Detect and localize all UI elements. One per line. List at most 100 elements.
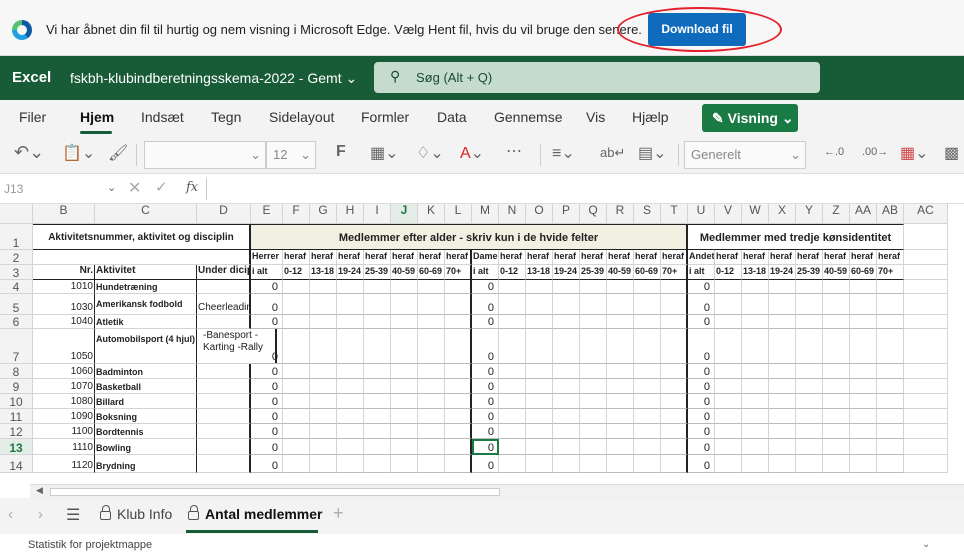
data-cell[interactable] [391, 455, 418, 473]
activity-number[interactable]: 1010 [33, 280, 95, 294]
data-cell[interactable] [310, 315, 337, 329]
data-cell[interactable] [823, 439, 850, 455]
data-cell[interactable] [310, 280, 337, 294]
data-cell[interactable] [850, 294, 877, 315]
data-cell[interactable] [850, 424, 877, 439]
data-cell[interactable] [607, 424, 634, 439]
file-title[interactable]: fskbh-klubindberetningsskema-2022 - Gemt… [70, 70, 357, 87]
tab-tegn[interactable]: Tegn [211, 109, 241, 125]
data-cell[interactable] [418, 329, 445, 364]
data-cell[interactable] [769, 455, 796, 473]
data-cell[interactable] [850, 379, 877, 394]
row-header-6[interactable]: 6 [0, 315, 33, 329]
row-header-3[interactable]: 3 [0, 265, 33, 280]
data-cell[interactable] [580, 364, 607, 379]
sub-discipline[interactable] [197, 364, 251, 379]
data-cell[interactable] [310, 439, 337, 455]
data-cell[interactable] [364, 439, 391, 455]
sub-discipline[interactable] [197, 424, 251, 439]
data-cell[interactable] [742, 315, 769, 329]
data-cell[interactable] [553, 364, 580, 379]
column-header-G[interactable]: G [310, 204, 337, 224]
data-cell[interactable] [364, 455, 391, 473]
more-options-icon[interactable]: ⋯ [506, 141, 522, 161]
data-cell[interactable] [499, 409, 526, 424]
data-cell[interactable] [580, 455, 607, 473]
data-cell[interactable] [499, 379, 526, 394]
sub-discipline[interactable] [197, 394, 251, 409]
data-cell[interactable] [418, 315, 445, 329]
view-mode-button[interactable]: ✎ Visning ⌄ [702, 104, 798, 132]
data-cell[interactable] [877, 315, 904, 329]
data-cell[interactable] [877, 364, 904, 379]
data-cell[interactable] [877, 439, 904, 455]
sheet-menu-icon[interactable]: ☰ [66, 505, 80, 525]
column-header-Y[interactable]: Y [796, 204, 823, 224]
data-cell[interactable] [634, 280, 661, 294]
merge-icon[interactable]: ▤⌄ [638, 143, 667, 163]
data-cell[interactable] [823, 424, 850, 439]
total-cell[interactable]: 0 [251, 315, 283, 329]
data-cell[interactable] [796, 280, 823, 294]
total-cell[interactable]: 0 [251, 439, 283, 455]
data-cell[interactable] [877, 294, 904, 315]
data-cell[interactable] [553, 439, 580, 455]
data-cell[interactable] [661, 455, 688, 473]
cancel-icon[interactable]: ✕ [128, 178, 141, 198]
data-cell[interactable] [769, 424, 796, 439]
data-cell[interactable] [283, 394, 310, 409]
data-cell[interactable] [553, 455, 580, 473]
data-cell[interactable] [796, 394, 823, 409]
row-header-7[interactable]: 7 [0, 329, 33, 364]
data-cell[interactable] [310, 379, 337, 394]
total-cell[interactable]: 0 [472, 329, 499, 364]
data-cell[interactable] [445, 364, 472, 379]
data-cell[interactable] [715, 379, 742, 394]
data-cell[interactable] [445, 294, 472, 315]
data-cell[interactable] [634, 329, 661, 364]
data-cell[interactable] [337, 379, 364, 394]
data-cell[interactable] [499, 364, 526, 379]
data-cell[interactable] [283, 424, 310, 439]
data-cell[interactable] [283, 364, 310, 379]
data-cell[interactable] [364, 394, 391, 409]
data-cell[interactable] [445, 439, 472, 455]
row-header-13[interactable]: 13 [0, 439, 33, 455]
data-cell[interactable] [445, 329, 472, 364]
column-header-D[interactable]: D [197, 204, 251, 224]
data-cell[interactable] [364, 364, 391, 379]
data-cell[interactable] [580, 409, 607, 424]
data-cell[interactable] [607, 364, 634, 379]
column-header-S[interactable]: S [634, 204, 661, 224]
total-cell[interactable]: 0 [251, 379, 283, 394]
sub-discipline[interactable] [197, 379, 251, 394]
wrap-text-icon[interactable]: ab↵ [600, 145, 625, 161]
data-cell[interactable] [877, 409, 904, 424]
total-cell[interactable]: 0 [688, 455, 715, 473]
bold-icon[interactable]: F [336, 143, 346, 161]
activity-number[interactable]: 1040 [33, 315, 95, 329]
data-cell[interactable] [418, 424, 445, 439]
data-cell[interactable] [418, 439, 445, 455]
data-cell[interactable] [283, 455, 310, 473]
row-header-9[interactable]: 9 [0, 379, 33, 394]
tab-filer[interactable]: Filer [19, 109, 46, 125]
data-cell[interactable] [796, 379, 823, 394]
total-cell[interactable]: 0 [251, 424, 283, 439]
data-cell[interactable] [337, 409, 364, 424]
format-painter-icon[interactable]: 🖌 [108, 143, 128, 163]
data-cell[interactable] [769, 294, 796, 315]
total-cell[interactable]: 0 [688, 439, 715, 455]
data-cell[interactable] [337, 280, 364, 294]
data-cell[interactable] [553, 280, 580, 294]
data-cell[interactable] [445, 315, 472, 329]
data-cell[interactable] [877, 394, 904, 409]
data-cell[interactable] [418, 294, 445, 315]
row-header-4[interactable]: 4 [0, 280, 33, 294]
data-cell[interactable] [391, 364, 418, 379]
activity-name[interactable]: Boksning [95, 409, 197, 424]
data-cell[interactable] [283, 329, 310, 364]
total-cell[interactable]: 0 [472, 409, 499, 424]
fill-color-icon[interactable]: ♢⌄ [416, 143, 444, 163]
data-cell[interactable] [310, 455, 337, 473]
